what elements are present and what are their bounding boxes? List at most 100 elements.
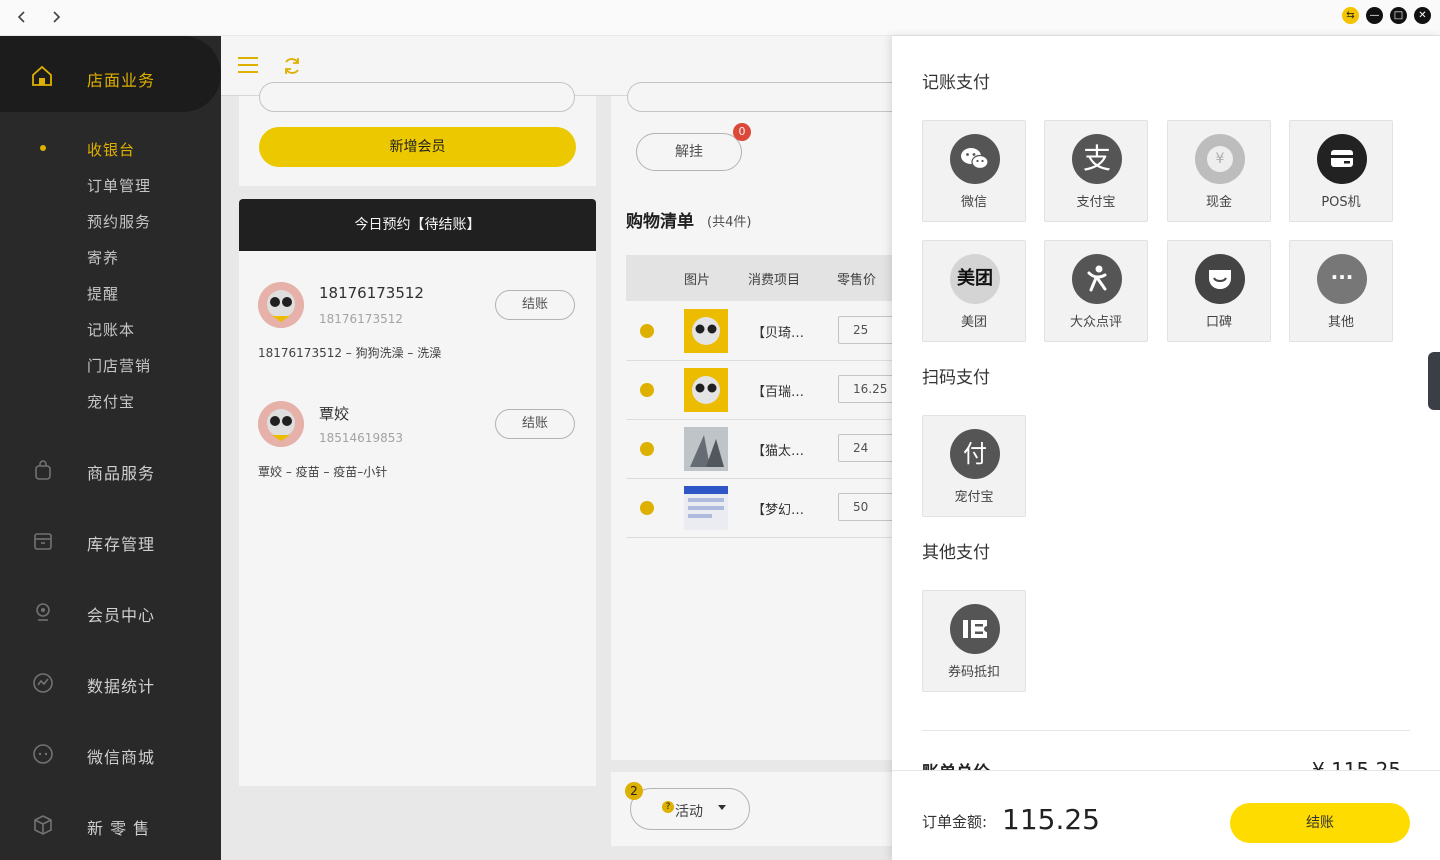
activity-select[interactable]: ? 活动 [630,788,750,830]
pay-method-label: 其他 [1327,315,1354,330]
pay-method-label: POS机 [1321,195,1361,210]
sidebar-section-products[interactable]: 商品服务 [0,450,221,490]
pay-method-label: 大众点评 [1069,315,1122,330]
alipay-icon: 支 [1072,134,1122,184]
section-title-ledger-payment: 记账支付 [922,73,990,93]
member-search-input[interactable] [259,82,575,112]
chevron-left-icon [17,11,25,23]
appointments-title: 今日预约【待结账】 [239,199,596,251]
pay-method-meituan[interactable]: 美团 美团 [922,240,1026,342]
appointment-name: 覃姣 [319,405,350,423]
pay-icon: 付 [950,429,1000,479]
sidebar-section-members[interactable]: 会员中心 [0,592,221,632]
chat-icon [33,744,53,764]
cube-icon [34,815,52,835]
row-divider [626,537,892,538]
row-price-input[interactable]: 16.25 [838,375,898,403]
sidebar-item-orders[interactable]: 订单管理 [87,175,151,196]
pay-method-label: 美团 [960,315,987,330]
pay-method-coupon[interactable]: 券码抵扣 [922,590,1026,692]
more-icon: ··· [1317,254,1367,304]
pay-method-petpay[interactable]: 付 宠付宝 [922,415,1026,517]
sidebar-item-reminders[interactable]: 提醒 [87,283,119,304]
appointment-phone: 18514619853 [319,431,403,445]
appointment-checkout-button[interactable]: 结账 [495,290,575,320]
sidebar-item-ledger[interactable]: 记账本 [87,319,135,340]
back-button[interactable] [10,6,34,28]
pay-method-label: 券码抵扣 [947,665,1000,680]
active-indicator [40,145,46,151]
appointment-name: 18176173512 [319,284,424,302]
pay-method-label: 现金 [1205,195,1232,210]
menu-icon[interactable] [237,56,259,74]
sidebar-section-statistics[interactable]: 数据统计 [0,663,221,703]
column-header-item: 消费项目 [748,273,801,288]
appointment-phone: 18176173512 [319,312,403,326]
add-member-button[interactable]: 新增会员 [259,127,576,167]
product-image [684,368,728,412]
checkout-button[interactable]: 结账 [1230,803,1410,843]
sidebar-section-label: 商品服务 [87,464,156,483]
row-check-icon[interactable] [640,442,654,456]
sidebar-item-boarding[interactable]: 寄养 [87,247,119,268]
column-header-image: 图片 [684,273,711,288]
pay-method-alipay[interactable]: 支 支付宝 [1044,120,1148,222]
product-search-input[interactable] [627,82,927,112]
member-card: 新增会员 [239,82,596,186]
home-icon [32,65,52,86]
row-item-name: 【猫太… [752,444,805,459]
close-button[interactable]: ✕ [1414,7,1431,24]
wechat-icon [950,134,1000,184]
row-item-name: 【贝琦… [752,326,805,341]
appointment-checkout-button[interactable]: 结账 [495,409,575,439]
chevron-right-icon [53,11,61,23]
row-check-icon[interactable] [640,324,654,338]
sidebar-section-inventory[interactable]: 库存管理 [0,521,221,561]
pay-method-label: 微信 [960,195,987,210]
appointment-description: 18176173512 – 狗狗洗澡 – 洗澡 [258,346,442,360]
side-drawer-handle[interactable] [1428,352,1440,410]
pay-method-other[interactable]: ··· 其他 [1289,240,1393,342]
product-image [684,309,728,353]
row-price-input[interactable]: 24 [838,434,898,462]
refresh-icon[interactable] [282,56,302,76]
sidebar-item-booking[interactable]: 预约服务 [87,211,151,232]
meituan-icon: 美团 [950,254,1000,304]
unhang-badge: 0 [733,123,751,141]
pay-method-koubei[interactable]: 口碑 [1167,240,1271,342]
avatar [258,401,304,447]
forward-button[interactable] [44,6,68,28]
unhang-button[interactable]: 解挂 [636,133,742,171]
pay-method-wechat[interactable]: 微信 [922,120,1026,222]
pet-avatar-icon [258,401,304,447]
sidebar-item-petpay[interactable]: 宠付宝 [87,391,135,412]
pay-method-dianping[interactable]: 大众点评 [1044,240,1148,342]
row-check-icon[interactable] [640,501,654,515]
row-check-icon[interactable] [640,383,654,397]
swap-button[interactable]: ⇆ [1342,7,1359,24]
maximize-button[interactable]: □ [1390,7,1407,24]
product-thumbnail-icon [684,427,728,471]
sidebar-section-new-retail[interactable]: 新 零 售 [0,805,221,845]
product-image [684,427,728,471]
sidebar-section-wechat-mall[interactable]: 微信商城 [0,734,221,774]
sidebar-section-store-business[interactable]: 店面业务 [0,36,221,112]
row-price-input[interactable]: 25 [838,316,898,344]
order-amount-value: 115.25 [1002,803,1100,836]
sidebar-item-marketing[interactable]: 门店营销 [87,355,151,376]
avatar [258,282,304,328]
product-thumbnail-icon [692,376,720,404]
product-image [684,486,728,530]
sidebar-item-cashier[interactable]: 收银台 [87,139,135,160]
row-item-name: 【百瑞… [752,385,805,400]
cart-count: (共4件) [707,215,752,230]
pay-method-cash[interactable]: ¥ 现金 [1167,120,1271,222]
minimize-button[interactable]: — [1366,7,1383,24]
sidebar-section-label: 数据统计 [87,677,156,696]
dianping-icon [1072,254,1122,304]
section-title-other-payment: 其他支付 [922,543,990,563]
pay-method-label: 支付宝 [1076,195,1116,210]
cart-title: 购物清单 [626,212,694,232]
pay-method-pos[interactable]: POS机 [1289,120,1393,222]
row-price-input[interactable]: 50 [838,493,898,521]
